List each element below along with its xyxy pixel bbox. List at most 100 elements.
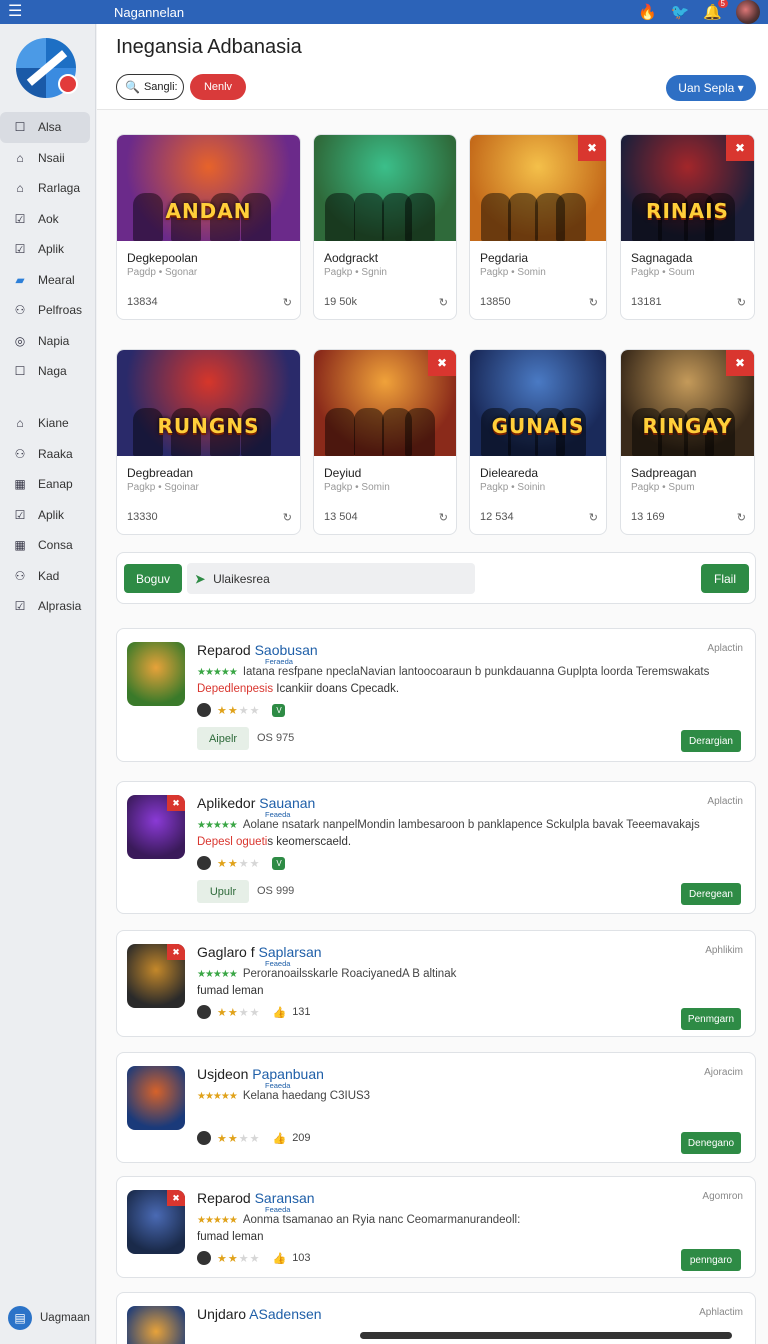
close-tag-icon[interactable]: ✖ [578,135,606,161]
thumbs-up-icon: 👍 [272,1132,287,1145]
app-subtag: Feaeda [265,959,291,968]
app-note-text: s keomerscaeld. [267,836,352,848]
app-version: OS 999 [257,885,295,897]
refresh-icon[interactable]: ↻ [589,296,598,309]
refresh-icon[interactable]: ↻ [283,296,292,309]
refresh-icon[interactable]: ↻ [439,511,448,524]
game-card[interactable]: RINGAY ✖ Sadpreagan Pagkp • Spum 13 169 … [620,349,755,535]
game-card[interactable]: ANDAN Degkepoolan Pagdp • Sgonar 13834 ↻ [116,134,301,320]
sidebar-item-aok[interactable]: ☑ Aok [0,204,96,235]
sidebar-item-naga[interactable]: ☐ Naga [0,356,96,387]
sidebar-item-aplik[interactable]: ☑ Aplik [0,234,96,265]
game-card[interactable]: GUNAIS Dieleareda Pagkp • Soinin 12 534 … [469,349,607,535]
sidebar-footer[interactable]: ▤ Uagmaan [8,1306,90,1330]
sidebar-item-mearal[interactable]: ▰ Mearal [0,265,96,296]
verified-icon: V [272,703,286,717]
app-list-item[interactable]: ✖ Aplikedor Sauanan Feaeda Aplactin ★★★★… [116,781,756,914]
app-title-highlight: Papanbuan [252,1066,324,1082]
like-count: 103 [292,1252,311,1264]
top-bar-actions: 🔥 🐦 🔔 5 [638,0,760,24]
sidebar-item-raaka[interactable]: ⚇ Raaka [0,439,96,470]
game-art-title: ANDAN [165,199,252,223]
app-action-button[interactable]: Penmgarn [681,1008,741,1030]
dropdown-button[interactable]: Uan Sepla ▾ [666,75,756,101]
app-title-text: Usjdeon [197,1066,249,1082]
refresh-icon[interactable]: ↻ [737,296,746,309]
sidebar-item-kiane[interactable]: ⌂ Kiane [0,408,96,439]
sidebar-item-label: Alprasia [38,599,82,614]
close-tag-icon[interactable]: ✖ [726,350,754,376]
game-card[interactable]: ✖ Pegdaria Pagkp • Somin 13850 ↻ [469,134,607,320]
app-list-item[interactable]: Reparod Saobusan Feraeda Aplactin ★★★★★ I… [116,628,756,762]
check-square-icon: ☑ [14,507,26,522]
app-action-button[interactable]: Derargian [681,730,741,752]
filter-field[interactable]: ➤ Ulaikesrea [187,563,475,594]
app-description: ★★★★★ Iatana resfpane npeclaNavian lantoo… [197,666,709,678]
sidebar-item-pelfroas[interactable]: ⚇ Pelfroas [0,295,96,326]
game-subtitle: Pagkp • Somin [324,482,390,493]
app-list-item[interactable]: ✖ Reparod Saransan Feaeda Agomron ★★★★★ A… [116,1176,756,1278]
game-count: 13 504 [324,511,358,523]
search-label: Sangli: [143,81,178,93]
sidebar-item-alprasia[interactable]: ☑ Alprasia [0,591,96,622]
rocket-icon[interactable]: 🔥 [638,3,657,21]
sidebar-item-label: Kad [38,568,60,583]
app-list-item[interactable]: Usjdeon Papanbuan Feaeda Ajoracim ★★★★★ K… [116,1052,756,1163]
rating-stars-icon: ★★★★★ [197,1091,238,1102]
app-chip-button[interactable]: Upulr [197,880,249,903]
sidebar-item-alsa[interactable]: ☐ Alsa [0,112,90,143]
square-icon: ☐ [14,120,26,135]
new-button[interactable]: Nenlv [190,74,246,100]
avatar [197,1131,211,1145]
app-subtag: Feaeda [265,1081,291,1090]
filter-right-button[interactable]: Flail [701,564,749,593]
app-action-button[interactable]: penngaro [681,1249,741,1271]
twitter-icon[interactable]: 🐦 [671,3,690,21]
sidebar-item-napia[interactable]: ◎ Napia [0,326,96,357]
app-note-highlight: Depesl ogueti [197,836,268,848]
user-avatar[interactable] [736,0,760,24]
close-tag-icon[interactable]: ✖ [726,135,754,161]
sidebar-nav-secondary: ⌂ Kiane ⚇ Raaka ▦ Eanap ☑ Aplik ▦ Consa ⚇ Kad ☑ Alpra… [0,408,96,622]
sidebar-item-eanap[interactable]: ▦ Eanap [0,469,96,500]
app-list-item[interactable]: ✖ Gaglaro f Saplarsan Feaeda Aphlikim ★★… [116,930,756,1037]
app-category: Agomron [702,1191,743,1202]
sidebar-item-consa[interactable]: ▦ Consa [0,530,96,561]
app-description-text: Iatana resfpane npeclaNavian lantoocoara… [242,666,710,678]
game-card[interactable]: Aodgrackt Pagkp • Sgnin 19 50k ↻ [313,134,457,320]
notification-icon[interactable]: 🔔 5 [703,0,728,21]
app-meta: ★★★★ 👍 209 [197,1131,311,1145]
refresh-icon[interactable]: ↻ [283,511,292,524]
filter-left-button[interactable]: Boguv [124,564,182,593]
page-title: Inegansia Adbanasia [116,36,302,58]
app-logo[interactable] [16,38,78,98]
sidebar-item-rarlaga[interactable]: ⌂ Rarlaga [0,173,96,204]
game-card[interactable]: RUNGNS Degbreadan Pagkp • Sgoinar 13330 … [116,349,301,535]
game-name: Degbreadan [127,466,194,480]
refresh-icon[interactable]: ↻ [737,511,746,524]
close-tag-icon[interactable]: ✖ [428,350,456,376]
sidebar-item-nsaii[interactable]: ⌂ Nsaii [0,143,96,174]
like-count: 131 [292,1006,311,1018]
search-button[interactable]: 🔍 Sangli: [116,74,184,100]
check-square-icon: ☑ [14,211,26,226]
sidebar-item-label: Eanap [38,477,73,492]
house-icon: ⌂ [16,181,24,196]
refresh-icon[interactable]: ↻ [589,511,598,524]
game-art-title: RINGAY [642,414,733,438]
app-action-button[interactable]: Denegano [681,1132,741,1154]
refresh-icon[interactable]: ↻ [439,296,448,309]
horizontal-scrollbar[interactable] [360,1332,732,1339]
app-chip-button[interactable]: Aipelr [197,727,249,750]
sidebar-item-aplik[interactable]: ☑ Aplik [0,500,96,531]
app-action-button[interactable]: Deregean [681,883,741,905]
hamburger-menu-icon[interactable]: ☰ [8,0,28,24]
game-card[interactable]: RINAIS ✖ Sagnagada Pagkp • Soum 13181 ↻ [620,134,755,320]
sidebar-item-kad[interactable]: ⚇ Kad [0,561,96,592]
square-icon: ☐ [14,364,26,379]
app-note-text: fumad leman [197,985,264,997]
game-name: Degkepoolan [127,251,198,265]
app-title-highlight: Saransan [254,1190,315,1206]
game-card[interactable]: ✖ Deyiud Pagkp • Somin 13 504 ↻ [313,349,457,535]
app-title-text: Reparod [197,1190,251,1206]
